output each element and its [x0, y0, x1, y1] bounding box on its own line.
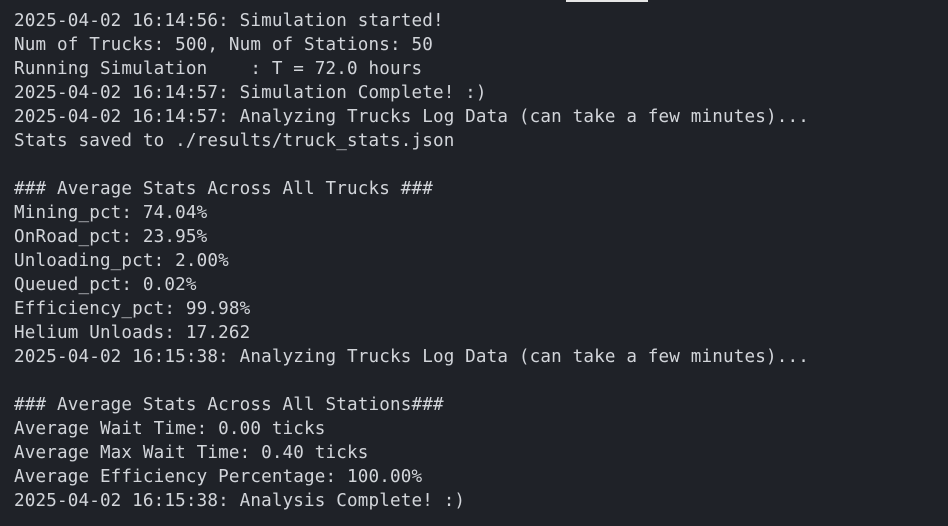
stat-unloading-pct: Unloading_pct: 2.00%	[14, 251, 229, 271]
stat-onroad-pct: OnRoad_pct: 23.95%	[14, 227, 208, 247]
log-line: 2025-04-02 16:14:57: Simulation Complete…	[14, 83, 487, 103]
log-line: 2025-04-02 16:14:56: Simulation started!	[14, 11, 444, 31]
log-line: Running Simulation : T = 72.0 hours	[14, 59, 423, 79]
log-line: 2025-04-02 16:15:38: Analysis Complete! …	[14, 491, 466, 511]
section-heading-trucks: ### Average Stats Across All Trucks ###	[14, 179, 433, 199]
log-line: Num of Trucks: 500, Num of Stations: 50	[14, 35, 433, 55]
stat-mining-pct: Mining_pct: 74.04%	[14, 203, 208, 223]
scroll-indicator	[566, 0, 648, 2]
stat-average-efficiency: Average Efficiency Percentage: 100.00%	[14, 467, 423, 487]
log-line: 2025-04-02 16:15:38: Analyzing Trucks Lo…	[14, 347, 809, 367]
stat-queued-pct: Queued_pct: 0.02%	[14, 275, 197, 295]
log-line: 2025-04-02 16:14:57: Analyzing Trucks Lo…	[14, 107, 809, 127]
section-heading-stations: ### Average Stats Across All Stations###	[14, 395, 444, 415]
stat-efficiency-pct: Efficiency_pct: 99.98%	[14, 299, 251, 319]
stat-helium-unloads: Helium Unloads: 17.262	[14, 323, 251, 343]
stat-average-wait-time: Average Wait Time: 0.00 ticks	[14, 419, 326, 439]
log-line: Stats saved to ./results/truck_stats.jso…	[14, 131, 455, 151]
terminal-output[interactable]: 2025-04-02 16:14:56: Simulation started!…	[0, 0, 948, 526]
stat-average-max-wait-time: Average Max Wait Time: 0.40 ticks	[14, 443, 369, 463]
